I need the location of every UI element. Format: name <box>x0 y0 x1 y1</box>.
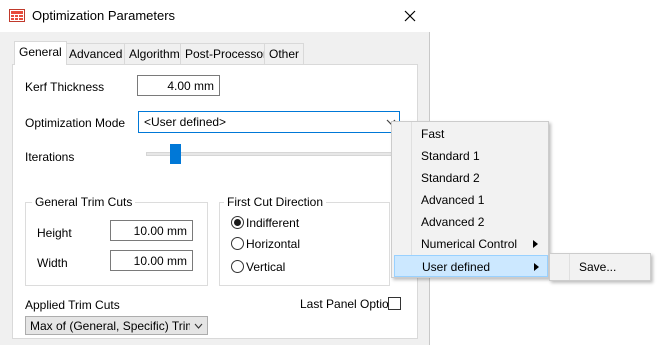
applied-trim-cuts-value: Max of (General, Specific) Trim Cuts <box>30 319 190 333</box>
app-icon <box>9 9 25 22</box>
applied-trim-cuts-label: Applied Trim Cuts <box>25 298 120 312</box>
tab-post-processor-label: Post-Processor <box>185 47 268 61</box>
kerf-thickness-input[interactable]: 4.00 mm <box>137 75 220 96</box>
trim-height-input[interactable]: 10.00 mm <box>110 220 193 241</box>
optimization-mode-label: Optimization Mode <box>25 116 126 130</box>
menu-item-fast[interactable]: Fast <box>394 123 546 145</box>
kerf-thickness-label: Kerf Thickness <box>25 80 105 94</box>
trim-height-label: Height <box>37 226 72 240</box>
last-panel-option-checkbox[interactable] <box>388 297 401 310</box>
iterations-label: Iterations <box>25 150 75 164</box>
menu-item-user-defined-label: User defined <box>422 260 491 274</box>
title-bar: Optimization Parameters <box>0 0 430 32</box>
optimization-mode-select[interactable]: <User defined> <box>138 111 400 133</box>
menu-item-advanced-2[interactable]: Advanced 2 <box>394 211 546 233</box>
chevron-right-icon <box>533 240 538 248</box>
radio-horizontal[interactable] <box>231 237 244 250</box>
iterations-slider-track[interactable] <box>146 152 396 156</box>
radio-indifferent[interactable] <box>231 216 244 229</box>
general-trim-cuts-group <box>25 202 208 286</box>
radio-indifferent-label: Indifferent <box>246 216 300 230</box>
tab-other-label: Other <box>269 47 300 61</box>
radio-vertical[interactable] <box>231 260 244 273</box>
menu-item-user-defined[interactable]: User defined <box>394 255 548 277</box>
window-title: Optimization Parameters <box>32 8 176 23</box>
tab-general-label: General <box>19 45 62 59</box>
tab-algorithm-label: Algorithm <box>129 47 180 61</box>
close-icon[interactable] <box>398 4 422 28</box>
optimization-mode-value: <User defined> <box>144 115 227 129</box>
menu-item-standard-1-label: Standard 1 <box>421 149 480 163</box>
trim-width-input[interactable]: 10.00 mm <box>110 250 193 271</box>
menu-item-numerical-control[interactable]: Numerical Control <box>394 233 546 255</box>
radio-horizontal-label: Horizontal <box>246 237 301 251</box>
chevron-right-icon <box>534 263 539 271</box>
menu-item-fast-label: Fast <box>421 127 445 141</box>
optimization-parameters-dialog: Optimization Parameters General Advanced… <box>0 0 430 345</box>
optimization-mode-menu: Fast Standard 1 Standard 2 Advanced 1 Ad… <box>391 121 549 278</box>
tab-advanced[interactable]: Advanced <box>64 43 128 64</box>
user-defined-submenu: Save... <box>549 253 651 281</box>
menu-item-standard-2-label: Standard 2 <box>421 171 480 185</box>
menu-item-standard-1[interactable]: Standard 1 <box>394 145 546 167</box>
applied-trim-cuts-select[interactable]: Max of (General, Specific) Trim Cuts <box>25 316 208 335</box>
tab-algorithm[interactable]: Algorithm <box>124 43 185 64</box>
menu-item-standard-2[interactable]: Standard 2 <box>394 167 546 189</box>
menu-item-numerical-control-label: Numerical Control <box>421 237 518 251</box>
general-trim-cuts-title: General Trim Cuts <box>32 195 136 209</box>
tab-general[interactable]: General <box>14 41 67 65</box>
menu-item-advanced-1[interactable]: Advanced 1 <box>394 189 546 211</box>
iterations-slider-thumb[interactable] <box>170 144 181 164</box>
radio-vertical-label: Vertical <box>246 260 286 274</box>
menu-item-save[interactable]: Save... <box>552 256 648 278</box>
last-panel-option-label: Last Panel Option <box>300 297 396 311</box>
tab-other[interactable]: Other <box>264 43 305 64</box>
menu-item-advanced-1-label: Advanced 1 <box>421 193 485 207</box>
menu-item-save-label: Save... <box>579 260 617 274</box>
first-cut-direction-group <box>219 202 390 286</box>
menu-item-advanced-2-label: Advanced 2 <box>421 215 485 229</box>
tab-advanced-label: Advanced <box>69 47 123 61</box>
chevron-down-icon <box>194 323 203 329</box>
tab-post-processor[interactable]: Post-Processor <box>180 43 273 64</box>
first-cut-direction-title: First Cut Direction <box>224 195 327 209</box>
trim-width-label: Width <box>37 256 68 270</box>
